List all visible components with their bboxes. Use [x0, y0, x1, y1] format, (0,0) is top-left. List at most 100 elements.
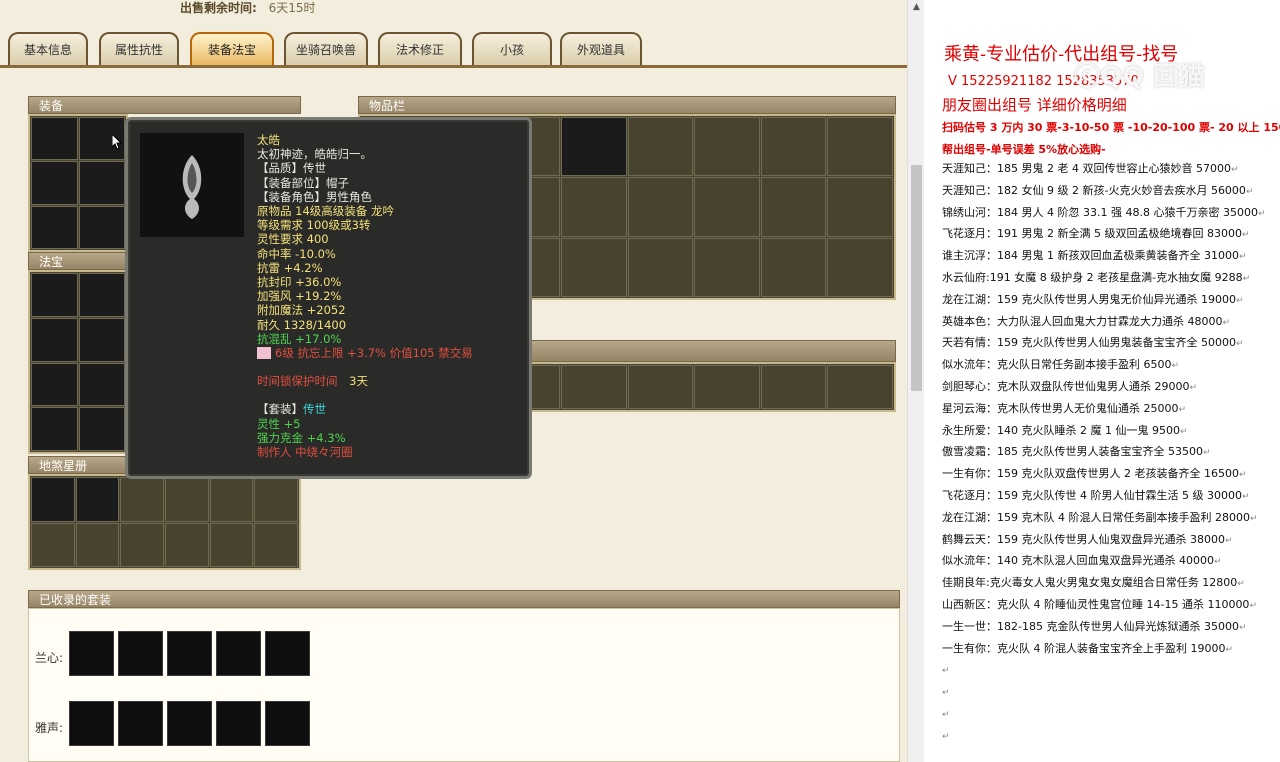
set-label: 【套装】 [257, 402, 303, 417]
paragraph-mark-icon: ↵ [1238, 470, 1247, 481]
inventory-slot[interactable] [560, 177, 627, 237]
list-item: 水云仙府:191 女魔 8 级护身 2 老孩星盘满-克水抽女魔 9288↵ [942, 267, 1280, 289]
suit-item-icon[interactable] [216, 701, 261, 746]
suit-item-icon[interactable] [69, 701, 114, 746]
fabao-slot[interactable] [78, 273, 125, 317]
inventory-slot[interactable] [627, 117, 694, 177]
dish-slot[interactable] [165, 477, 209, 522]
tab-basic-info[interactable]: 基本信息 [8, 32, 88, 66]
inventory-slot[interactable] [694, 365, 760, 409]
scroll-thumb[interactable] [911, 165, 922, 391]
inventory-slot[interactable] [760, 117, 827, 177]
fabao-slot[interactable] [31, 362, 78, 407]
suit-item-icon[interactable] [167, 701, 212, 746]
list-item: 傲雪凌霜：185 克火队传世男人装备宝宝齐全 53500↵ [942, 441, 1280, 463]
tab-equipment[interactable]: 装备法宝 [190, 32, 274, 66]
paragraph-mark-icon: ↵ [1249, 600, 1257, 611]
inventory-slot[interactable] [627, 237, 694, 297]
equip-slot[interactable] [31, 161, 78, 205]
suit-item-icon[interactable] [118, 701, 163, 746]
suit-icons-lanxin [69, 631, 310, 676]
tab-appearance[interactable]: 外观道具 [560, 32, 642, 66]
fabao-slot[interactable] [31, 407, 78, 451]
paragraph-mark-icon: ↵ [1242, 273, 1251, 284]
doc-notice: 帮出组号-单号误差 5%放心选购- [942, 143, 1106, 156]
tab-children[interactable]: 小孩 [472, 32, 552, 66]
inventory-slot[interactable] [560, 365, 627, 409]
set-name: 传世 [303, 402, 326, 417]
inventory-slot[interactable] [560, 237, 627, 297]
inventory-slot[interactable] [827, 117, 893, 177]
paragraph-mark-icon: ↵ [1235, 295, 1244, 306]
fabao-slot[interactable] [78, 407, 125, 451]
empty-line: ↵ [942, 681, 1280, 703]
equip-slot[interactable] [31, 117, 78, 161]
list-item-text: 一生有你：159 克火队双盘传世男人 2 老孩装备齐全 16500 [942, 467, 1239, 481]
game-panel: 出售剩余时间: 6天15时 基本信息 属性抗性 装备法宝 坐骑召唤兽 法术修正 … [0, 0, 910, 762]
dish-slot[interactable] [254, 522, 298, 567]
dish-slot[interactable] [209, 477, 254, 522]
dish-slot[interactable] [254, 477, 298, 522]
suit-icons-yasheng [69, 701, 310, 746]
inventory-slot[interactable] [827, 177, 893, 237]
inventory-slot[interactable] [627, 365, 694, 409]
inventory-slot[interactable] [694, 237, 760, 297]
dish-slot[interactable] [209, 522, 254, 567]
list-item: 鹤舞云天：159 克火队传世男人仙鬼双盘异光通杀 38000↵ [942, 529, 1280, 551]
inventory-slot[interactable] [694, 117, 760, 177]
dish-slot[interactable] [31, 477, 75, 522]
account-list: 天涯知己：185 男鬼 2 老 4 双回传世容止心猿妙音 57000↵ 天涯知己… [942, 158, 1280, 747]
inventory-slot[interactable] [627, 177, 694, 237]
dish-slot[interactable] [165, 522, 209, 567]
item-wind: 加强风 +19.2% [257, 289, 342, 304]
dish-slot[interactable] [120, 477, 164, 522]
dish-slot[interactable] [31, 522, 75, 567]
item-magic: 附加魔法 +2052 [257, 303, 346, 318]
fabao-slot[interactable] [78, 362, 125, 407]
inventory-header: 物品栏 [358, 96, 896, 114]
tab-spell-mods[interactable]: 法术修正 [378, 32, 462, 66]
tab-attributes[interactable]: 属性抗性 [99, 32, 179, 66]
inventory-slot[interactable] [760, 365, 827, 409]
list-item: 龙在江湖：159 克火队传世男人男鬼无价仙异光通杀 19000↵ [942, 289, 1280, 311]
suit-item-icon[interactable] [216, 631, 261, 676]
suit-item-icon[interactable] [69, 631, 114, 676]
dish-slot[interactable] [75, 477, 120, 522]
suit-item-icon[interactable] [265, 701, 310, 746]
suit-item-icon[interactable] [265, 631, 310, 676]
scroll-up-icon[interactable]: ▲ [911, 2, 922, 13]
inventory-slot[interactable] [694, 177, 760, 237]
list-item: 似水流年：克火队日常任务副本接手盈利 6500↵ [942, 354, 1280, 376]
inventory-slot[interactable] [560, 117, 627, 177]
paragraph-mark-icon: ↵ [1222, 317, 1231, 328]
equip-slot[interactable] [31, 205, 78, 249]
paragraph-mark-icon: ↵ [942, 666, 950, 677]
inventory-slot[interactable] [760, 237, 827, 297]
dish-slot[interactable] [75, 522, 120, 567]
vertical-scrollbar[interactable]: ▲ [907, 0, 924, 762]
equip-slot[interactable] [78, 161, 125, 205]
equip-slot[interactable] [78, 205, 125, 249]
tooltip-spacer [257, 360, 527, 374]
paragraph-mark-icon: ↵ [1189, 382, 1198, 393]
paragraph-mark-icon: ↵ [1178, 404, 1187, 415]
suit-item-icon[interactable] [118, 631, 163, 676]
item-quality: 【品质】传世 [257, 161, 326, 176]
fabao-slot[interactable] [31, 317, 78, 362]
list-item: 飞花逐月：159 克火队传世 4 阶男人仙甘霖生活 5 级 30000↵ [942, 485, 1280, 507]
inventory-slot[interactable] [827, 237, 893, 297]
suit-item-icon[interactable] [167, 631, 212, 676]
dish-slot[interactable] [120, 522, 164, 567]
fabao-slot[interactable] [78, 317, 125, 362]
tab-mounts[interactable]: 坐骑召唤兽 [284, 32, 368, 66]
fabao-slot[interactable] [31, 273, 78, 317]
inventory-slot[interactable] [827, 365, 893, 409]
item-hit: 命中率 -10.0% [257, 246, 336, 261]
list-item: 谁主沉浮：184 男鬼 1 新孩双回血孟极乘黄装备齐全 31000↵ [942, 245, 1280, 267]
list-item: 一生有你：克火队 4 阶混人装备宝宝齐全上手盈利 19000↵ [942, 638, 1280, 660]
inventory-slot[interactable] [760, 177, 827, 237]
suits-panel: 兰心: 雅声: [28, 608, 900, 762]
list-item: 一生一世：182-185 克金队传世男人仙异光炼狱通杀 35000↵ [942, 616, 1280, 638]
list-item-text: 一生一世：182-185 克金队传世男人仙异光炼狱通杀 35000 [942, 619, 1239, 633]
equip-panel-header: 装备 [28, 96, 301, 114]
